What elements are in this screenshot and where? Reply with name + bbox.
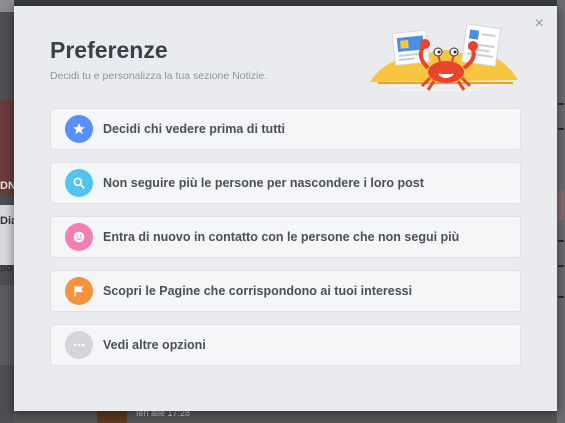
flag-icon bbox=[65, 277, 93, 305]
option-label: Scopri le Pagine che corrispondono ai tu… bbox=[103, 284, 413, 298]
option-label: Vedi altre opzioni bbox=[103, 338, 206, 352]
smiley-icon bbox=[65, 223, 93, 251]
dialog-subtitle: Decidi tu e personalizza la tua sezione … bbox=[50, 70, 268, 82]
background-card bbox=[0, 205, 14, 265]
option-label: Non seguire più le persone per nasconder… bbox=[103, 176, 424, 190]
close-icon[interactable]: × bbox=[535, 16, 544, 32]
search-icon bbox=[65, 169, 93, 197]
option-reconnect[interactable]: Entra di nuovo in contatto con le person… bbox=[50, 216, 521, 258]
options-list: Decidi chi vedere prima di tutti Non seg… bbox=[50, 108, 521, 378]
preferences-dialog: × Preferenze Decidi tu e personalizza la… bbox=[14, 6, 557, 411]
background-fragment: DN bbox=[0, 180, 14, 192]
option-more[interactable]: Vedi altre opzioni bbox=[50, 324, 521, 366]
option-unfollow[interactable]: Non seguire più le persone per nasconder… bbox=[50, 162, 521, 204]
background-strip bbox=[0, 0, 14, 12]
background-card bbox=[0, 285, 14, 365]
more-icon bbox=[65, 331, 93, 359]
background-fragment: so bbox=[0, 262, 13, 274]
background-left-column: DN Dia so bbox=[0, 0, 14, 423]
star-icon bbox=[65, 115, 93, 143]
option-label: Entra di nuovo in contatto con le person… bbox=[103, 230, 460, 244]
background-fragment: Dia bbox=[0, 215, 14, 227]
option-label: Decidi chi vedere prima di tutti bbox=[103, 122, 285, 136]
crab-illustration bbox=[370, 23, 518, 91]
option-prioritize[interactable]: Decidi chi vedere prima di tutti bbox=[50, 108, 521, 150]
option-discover-pages[interactable]: Scopri le Pagine che corrispondono ai tu… bbox=[50, 270, 521, 312]
dialog-title: Preferenze bbox=[50, 37, 168, 63]
background-right-column bbox=[557, 0, 565, 423]
background-post bbox=[14, 411, 557, 423]
